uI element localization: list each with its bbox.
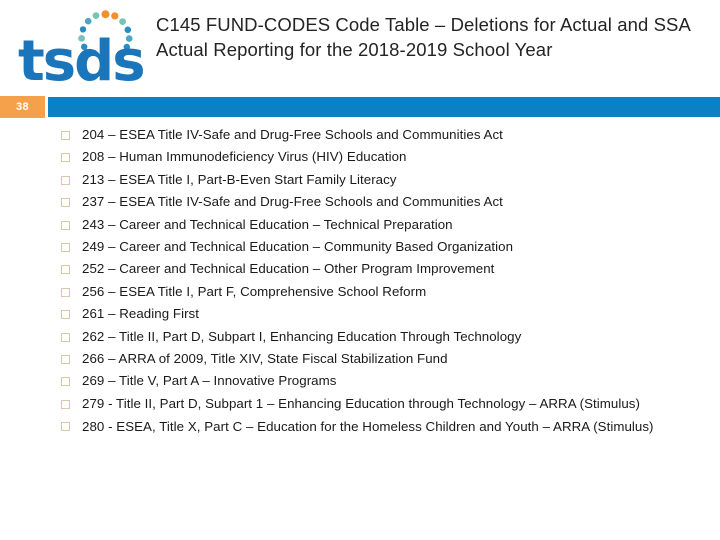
list-item: 266 – ARRA of 2009, Title XIV, State Fis… <box>0 348 720 370</box>
list-item-label: 208 – Human Immunodeficiency Virus (HIV)… <box>82 149 407 165</box>
hollow-square-bullet-icon <box>61 153 70 163</box>
tsds-logo: tsds <box>18 8 154 94</box>
list-item: 237 – ESEA Title IV-Safe and Drug-Free S… <box>0 191 720 213</box>
list-item: 256 – ESEA Title I, Part F, Comprehensiv… <box>0 281 720 303</box>
list-item-label: 280 - ESEA, Title X, Part C – Education … <box>82 419 654 435</box>
list-item-label: 279 - Title II, Part D, Subpart 1 – Enha… <box>82 395 640 411</box>
list-item-label: 213 – ESEA Title I, Part-B-Even Start Fa… <box>82 171 397 187</box>
list-item-label: 204 – ESEA Title IV-Safe and Drug-Free S… <box>82 127 503 142</box>
hollow-square-bullet-icon <box>61 220 70 230</box>
list-item: 269 – Title V, Part A – Innovative Progr… <box>0 370 720 392</box>
list-item-label: 249 – Career and Technical Education – C… <box>82 239 514 255</box>
hollow-square-bullet-icon <box>61 355 70 365</box>
list-item: 249 – Career and Technical Education – C… <box>0 236 720 258</box>
list-item-label: 269 – Title V, Part A – Innovative Progr… <box>82 373 337 389</box>
list-item-label: 266 – ARRA of 2009, Title XIV, State Fis… <box>82 351 448 367</box>
slide-header: tsds C145 FUND-CODES Code Table – Deleti… <box>0 0 720 96</box>
hollow-square-bullet-icon <box>61 287 70 297</box>
hollow-square-bullet-icon <box>61 175 70 185</box>
list-item-label: 243 – Career and Technical Education – T… <box>82 216 453 232</box>
list-item-label: 252 – Career and Technical Education – O… <box>82 261 495 277</box>
hollow-square-bullet-icon <box>61 422 70 432</box>
tsds-wordmark: tsds <box>18 29 146 94</box>
list-item: 279 - Title II, Part D, Subpart 1 – Enha… <box>0 393 720 415</box>
hollow-square-bullet-icon <box>61 265 70 275</box>
page-number-badge: 38 <box>0 96 45 118</box>
list-item: 262 – Title II, Part D, Subpart I, Enhan… <box>0 326 720 348</box>
list-item: 261 – Reading First <box>0 303 720 325</box>
list-item-label: 237 – ESEA Title IV-Safe and Drug-Free S… <box>82 194 503 210</box>
accent-bar <box>48 97 720 117</box>
hollow-square-bullet-icon <box>61 131 70 140</box>
list-item-label: 256 – ESEA Title I, Part F, Comprehensiv… <box>82 283 427 299</box>
hollow-square-bullet-icon <box>61 310 70 320</box>
list-item-label: 262 – Title II, Part D, Subpart I, Enhan… <box>82 328 522 344</box>
hollow-square-bullet-icon <box>61 332 70 342</box>
hollow-square-bullet-icon <box>61 399 70 409</box>
list-item: 204 – ESEA Title IV-Safe and Drug-Free S… <box>0 124 720 146</box>
list-item: 243 – Career and Technical Education – T… <box>0 214 720 236</box>
page-title: C145 FUND-CODES Code Table – Deletions f… <box>156 14 690 60</box>
hollow-square-bullet-icon <box>61 198 70 208</box>
fund-code-list: 204 – ESEA Title IV-Safe and Drug-Free S… <box>0 124 720 440</box>
list-item: 208 – Human Immunodeficiency Virus (HIV)… <box>0 146 720 168</box>
accent-band: 38 <box>0 96 720 118</box>
list-item: 252 – Career and Technical Education – O… <box>0 258 720 280</box>
list-item: 280 - ESEA, Title X, Part C – Education … <box>0 415 720 439</box>
list-item-label: 261 – Reading First <box>82 306 199 322</box>
list-item: 213 – ESEA Title I, Part-B-Even Start Fa… <box>0 169 720 191</box>
hollow-square-bullet-icon <box>61 243 70 253</box>
hollow-square-bullet-icon <box>61 377 70 387</box>
